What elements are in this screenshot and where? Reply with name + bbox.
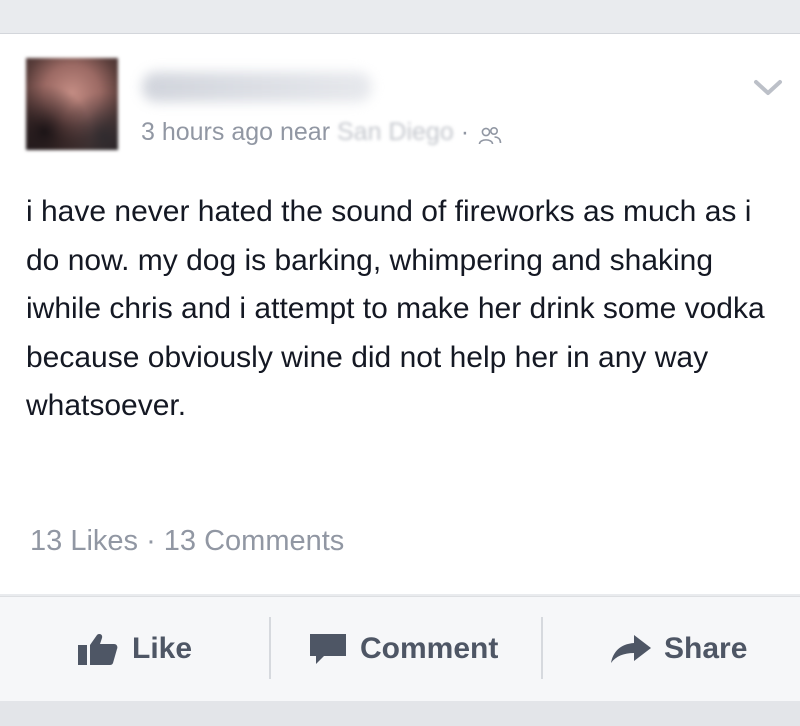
avatar[interactable] <box>26 58 118 150</box>
feed-background <box>0 701 800 726</box>
share-arrow-icon <box>611 635 651 663</box>
post-time[interactable]: 3 hours ago near <box>141 118 330 146</box>
share-label: Share <box>664 632 748 665</box>
comment-button[interactable]: Comment <box>308 597 498 701</box>
friends-icon <box>478 123 502 145</box>
post-meta: 3 hours ago near San Diego · <box>141 117 502 147</box>
like-label: Like <box>132 632 193 665</box>
share-button[interactable]: Share <box>610 597 747 701</box>
meta-separator: · <box>460 118 470 146</box>
like-button[interactable]: Like <box>76 597 192 701</box>
comments-count[interactable]: 13 Comments <box>164 525 345 557</box>
chevron-down-icon[interactable] <box>753 77 783 99</box>
post-location[interactable]: San Diego <box>337 118 454 146</box>
action-bar: Like Comment Share <box>0 596 800 702</box>
stats-separator: · <box>138 525 164 557</box>
author-name-blurred[interactable] <box>142 72 372 102</box>
comment-label: Comment <box>360 632 499 665</box>
divider <box>269 617 271 679</box>
speech-bubble-icon <box>310 634 346 664</box>
thumbs-up-icon <box>78 634 118 665</box>
post-stats: 13 Likes · 13 Comments <box>30 525 344 558</box>
post-text: i have never hated the sound of firework… <box>26 195 765 423</box>
likes-count[interactable]: 13 Likes <box>30 525 138 557</box>
divider <box>541 617 543 679</box>
